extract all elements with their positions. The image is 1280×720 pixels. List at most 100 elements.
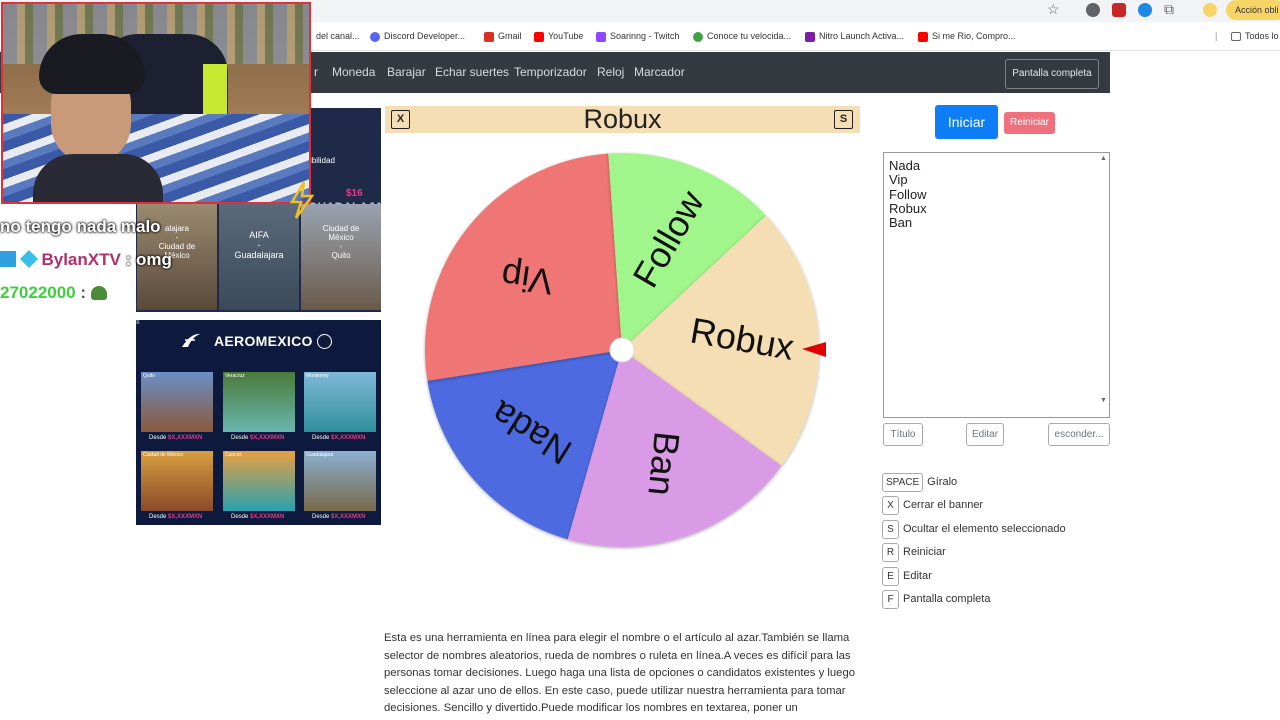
scroll-up-icon[interactable]: ▲	[1100, 155, 1107, 162]
start-button[interactable]: Iniciar	[935, 105, 998, 139]
destination-photo[interactable]: Guadalajara	[304, 451, 376, 511]
spin-wheel[interactable]: NadaVip FollowRobuxBan	[420, 148, 830, 558]
nav-item-echar-suertes[interactable]: Echar suertes	[435, 52, 509, 93]
streamer-hair	[39, 34, 145, 94]
nitro-icon	[805, 31, 815, 42]
bookmark-item[interactable]: Conoce tu velocida...	[693, 22, 791, 50]
extension-icon[interactable]	[1138, 3, 1152, 17]
price-value: $X,XXXMXN	[168, 514, 203, 520]
shortcut-label: Reiniciar	[903, 546, 946, 558]
destination-photo[interactable]: Monterrey	[304, 372, 376, 432]
destination-photo[interactable]: Ciudad de México	[141, 451, 213, 511]
webcam-overlay	[1, 2, 311, 204]
star-icon[interactable]: ☆	[1047, 1, 1060, 18]
destination-photo[interactable]: Veracruz	[223, 372, 295, 432]
all-bookmarks[interactable]: Todos lo	[1231, 22, 1279, 50]
destination-name: Guadalajara	[306, 452, 334, 458]
price-value: $X,XXXMXN	[331, 435, 366, 441]
discord-icon	[370, 31, 380, 42]
chat-text: no tengo nada malo	[0, 217, 161, 236]
title-button[interactable]: Título	[883, 423, 923, 446]
hide-button[interactable]: esconder...	[1048, 423, 1110, 446]
extension-icon[interactable]	[1112, 3, 1126, 17]
name-entry: Robux	[889, 200, 927, 216]
shortcut-label: Cerrar el banner	[903, 499, 984, 511]
scroll-down-icon[interactable]: ▼	[1100, 397, 1107, 404]
wheel-segment-label: Ban	[640, 430, 687, 498]
price-label: Desde	[312, 435, 332, 441]
shortcut-row: S Ocultar el elemento seleccionado	[882, 520, 1066, 539]
youtube-icon	[918, 31, 928, 42]
gmail-icon	[484, 31, 494, 42]
ad-brand: AEROMEXICO	[214, 333, 313, 349]
profile-avatar[interactable]	[1203, 3, 1217, 17]
destination-price: Desde $X,XXXMXN	[149, 514, 202, 520]
name-entry: Vip	[889, 172, 908, 188]
bookmark-item[interactable]: YouTube	[534, 22, 583, 50]
chat-badge-icon	[0, 251, 16, 267]
bookmarks-separator: |	[1215, 31, 1218, 41]
edit-button[interactable]: Editar	[966, 423, 1004, 446]
chat-message: BylanXTV : omg	[0, 249, 172, 270]
chat-message: 27022000 :	[0, 283, 107, 303]
bookmark-item[interactable]: Gmail	[484, 22, 522, 50]
wheel-center-hub	[609, 337, 635, 363]
lightning-icon	[286, 180, 316, 220]
chat-username: 27022000	[0, 283, 76, 302]
price-value: $X,XXXMXN	[250, 435, 285, 441]
price-label: Desde	[231, 435, 251, 441]
fullscreen-button[interactable]: Pantalla completa	[1005, 59, 1099, 89]
bookmark-item[interactable]: Nitro Launch Activa...	[805, 22, 904, 50]
shortcut-row: X Cerrar el banner	[882, 496, 984, 515]
price-value: $X,XXXMXN	[331, 514, 366, 520]
ad-banner-aeromexico[interactable]: ≡ AEROMEXICO Quito Desde $X,XXXMXN Veracru…	[136, 320, 381, 525]
shortcut-key: S	[882, 520, 899, 539]
extension-icon[interactable]	[1086, 3, 1100, 17]
name-entry: Nada	[889, 158, 921, 173]
destination-name: Veracruz	[225, 373, 245, 379]
price-label: Desde	[149, 514, 169, 520]
name-entry: Follow	[889, 186, 927, 202]
destination-price: Desde $X,XXXMXN	[231, 435, 284, 441]
hide-selected-button[interactable]: S	[834, 110, 853, 129]
destination-photo[interactable]: Quito	[141, 372, 213, 432]
nav-item-marcador[interactable]: Marcador	[634, 52, 685, 93]
bookmark-item[interactable]: Si me Rio, Compro...	[918, 22, 1016, 50]
nav-item-moneda[interactable]: Moneda	[332, 52, 375, 93]
bookmark-item[interactable]: Discord Developer...	[370, 22, 465, 50]
price-label: Desde	[231, 514, 251, 520]
chat-emote-icon	[90, 286, 107, 300]
streamer-shirt	[33, 154, 163, 202]
shortcut-key: R	[882, 543, 899, 562]
wheel-title[interactable]: Robux	[385, 104, 860, 135]
shortcut-label: Ocultar el elemento seleccionado	[903, 523, 1066, 535]
aeromexico-logo-icon	[180, 331, 202, 349]
chat-username: BylanXTV	[41, 250, 121, 269]
reset-button[interactable]: Reiniciar	[1004, 112, 1055, 134]
price-label: Desde	[149, 435, 169, 441]
nav-item[interactable]: r	[314, 52, 318, 93]
folder-icon	[1231, 32, 1241, 42]
close-banner-button[interactable]: X	[391, 110, 410, 129]
destination-photo[interactable]: Cancún	[223, 451, 295, 511]
bookmark-item[interactable]: Soarinng - Twitch	[596, 22, 679, 50]
shortcut-label: Editar	[903, 570, 932, 582]
puzzle-icon[interactable]: ⧉	[1164, 1, 1174, 18]
chat-text: :	[80, 283, 87, 302]
nav-item-reloj[interactable]: Reloj	[597, 52, 624, 93]
shortcut-label: Pantalla completa	[903, 593, 991, 605]
action-required-pill[interactable]: Acción obli	[1226, 0, 1280, 20]
ad-route: AIFA - Guadalajara	[234, 230, 284, 260]
twitch-icon	[596, 31, 606, 42]
destination-price: Desde $X,XXXMXN	[149, 435, 202, 441]
nav-item-temporizador[interactable]: Temporizador	[514, 52, 587, 93]
shortcut-key: X	[882, 496, 899, 515]
shortcut-label: Gíralo	[927, 476, 958, 488]
destination-price: Desde $X,XXXMXN	[312, 514, 365, 520]
names-textarea[interactable]: Nada Vip Follow Robux Ban	[883, 152, 1110, 418]
nav-item-barajar[interactable]: Barajar	[387, 52, 426, 93]
speedtest-icon	[693, 31, 703, 42]
bookmark-item[interactable]: del canal...	[316, 22, 360, 50]
chat-text: : omg	[125, 250, 172, 269]
shortcut-row: E Editar	[882, 567, 932, 586]
